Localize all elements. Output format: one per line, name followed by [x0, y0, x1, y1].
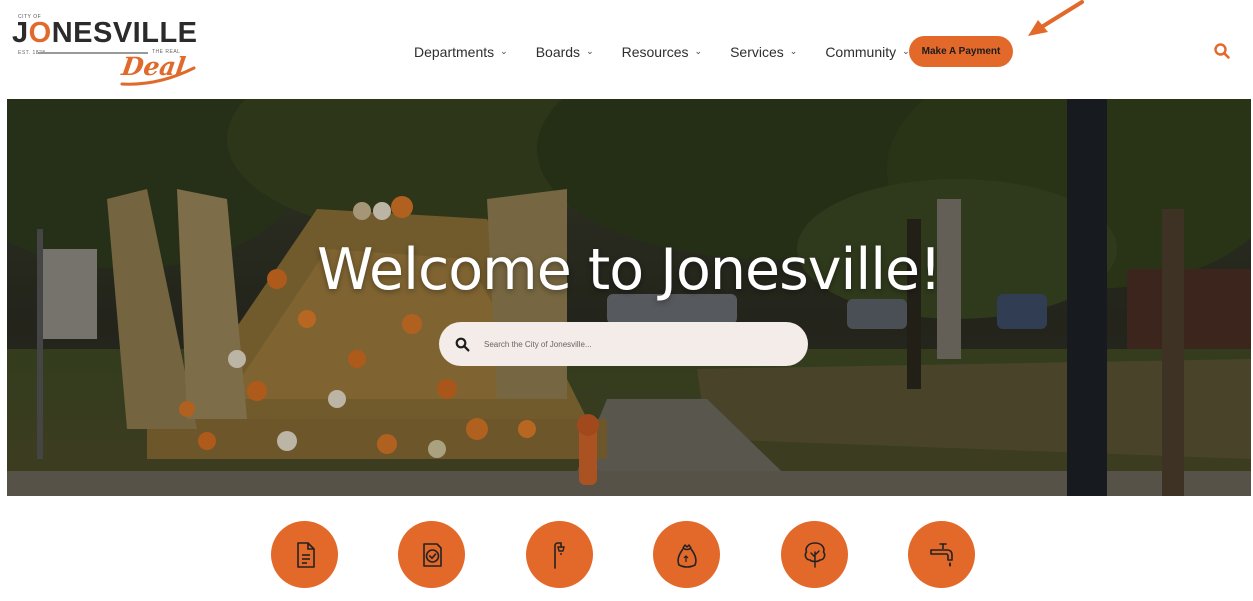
nav-resources[interactable]: Resources ⌄	[622, 44, 702, 60]
chevron-down-icon: ⌄	[789, 45, 798, 56]
main-nav: Departments ⌄ Boards ⌄ Resources ⌄ Services…	[414, 38, 910, 66]
trash-bag-icon	[676, 543, 697, 568]
site-header: CITY OF JONESVILLE EST. 1828 THE REAL De…	[0, 0, 1253, 99]
search-icon[interactable]	[1213, 42, 1231, 60]
search-icon	[455, 337, 470, 352]
site-search-input[interactable]	[484, 339, 784, 349]
nav-label: Boards	[535, 44, 581, 60]
make-a-payment-button[interactable]: Make A Payment	[909, 36, 1013, 67]
hero-title: Welcome to Jonesville!	[317, 237, 942, 303]
quick-link-street-lights[interactable]	[526, 521, 593, 588]
annotation-arrow-icon	[1028, 0, 1084, 36]
tree-icon	[804, 541, 825, 568]
quick-link-documents[interactable]	[271, 521, 338, 588]
chevron-down-icon: ⌄	[500, 45, 508, 56]
document-icon	[296, 541, 315, 568]
quick-links-row	[0, 521, 1253, 601]
street-light-icon	[553, 541, 565, 569]
water-faucet-icon	[929, 542, 953, 567]
logo-wordmark: JONESVILLE	[12, 17, 198, 49]
nav-label: Community	[825, 44, 897, 60]
logo-swoosh	[120, 66, 196, 86]
hero-search-bar[interactable]	[439, 322, 808, 366]
quick-link-parks[interactable]	[781, 521, 848, 588]
hero-banner: Welcome to Jonesville!	[7, 99, 1251, 496]
quick-link-water[interactable]	[908, 521, 975, 588]
badge-check-icon	[422, 542, 442, 567]
nav-departments[interactable]: Departments ⌄	[414, 44, 508, 60]
chevron-down-icon: ⌄	[586, 45, 594, 56]
nav-label: Resources	[621, 44, 689, 60]
nav-community[interactable]: Community ⌄	[825, 44, 909, 60]
site-logo[interactable]: CITY OF JONESVILLE EST. 1828 THE REAL De…	[10, 14, 210, 88]
nav-label: Services	[730, 44, 784, 60]
chevron-down-icon: ⌄	[694, 45, 703, 56]
nav-services[interactable]: Services ⌄	[730, 44, 797, 60]
nav-label: Departments	[414, 44, 495, 60]
nav-boards[interactable]: Boards ⌄	[536, 44, 594, 60]
quick-link-trash[interactable]	[653, 521, 720, 588]
quick-link-permits[interactable]	[398, 521, 465, 588]
